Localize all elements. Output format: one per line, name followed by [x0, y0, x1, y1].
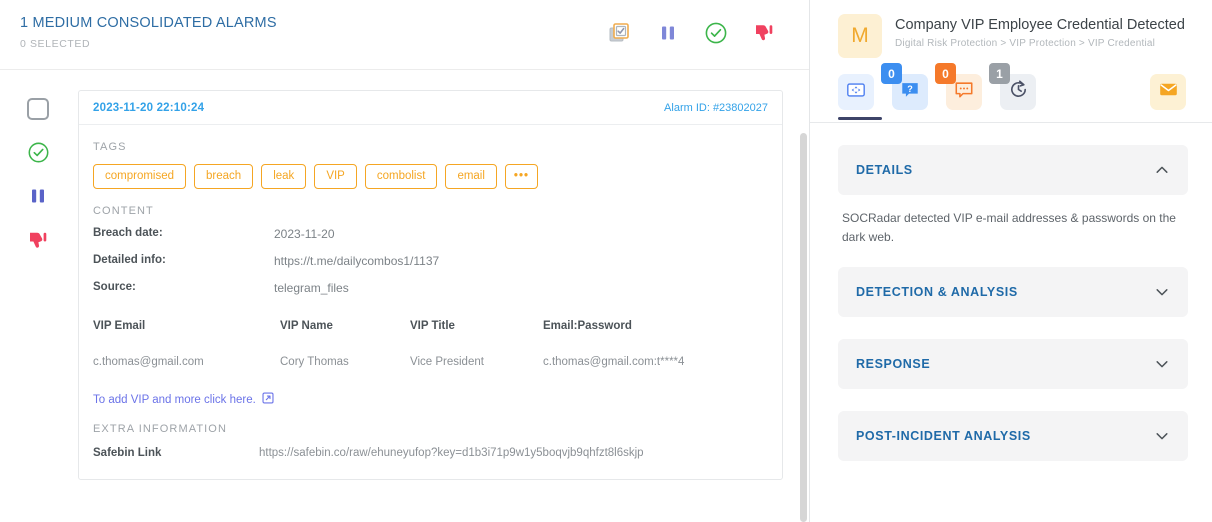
tag-chip[interactable]: leak: [261, 164, 307, 189]
tag-chip[interactable]: breach: [194, 164, 254, 189]
content-field-key: Detailed info:: [93, 254, 166, 266]
add-vip-link-label: To add VIP and more click here.: [93, 393, 256, 406]
history-badge: 1: [989, 63, 1010, 84]
select-all-icon[interactable]: [607, 20, 633, 46]
vip-title-cell: Vice President: [410, 356, 484, 368]
detail-title: Company VIP Employee Credential Detected: [895, 17, 1185, 33]
breadcrumb: Digital Risk Protection > VIP Protection…: [895, 38, 1156, 49]
alarm-row-actions-rail: [26, 98, 50, 252]
accordion-title: POST-INCIDENT ANALYSIS: [856, 429, 1031, 443]
question-bubble-icon: ?: [900, 80, 920, 105]
tab-comments[interactable]: 0: [935, 63, 982, 120]
alarm-list-scrollbar[interactable]: [800, 133, 807, 522]
accordion-details[interactable]: DETAILS: [838, 145, 1188, 195]
tab-comments-button[interactable]: 0: [935, 63, 982, 110]
pause-icon[interactable]: [26, 184, 50, 208]
accordion-title: RESPONSE: [856, 357, 931, 371]
accordion-post-incident-analysis[interactable]: POST-INCIDENT ANALYSIS: [838, 411, 1188, 461]
avatar: M: [838, 14, 882, 58]
accordion-response[interactable]: RESPONSE: [838, 339, 1188, 389]
alarm-card[interactable]: 2023-11-20 22:10:24 Alarm ID: #23802027 …: [78, 90, 783, 480]
detail-sections: DETAILS SOCRadar detected VIP e-mail add…: [810, 123, 1212, 461]
detail-tab-bar: 0 ? 0 1: [810, 58, 1212, 120]
row-checkbox[interactable]: [27, 98, 49, 120]
tag-chip[interactable]: VIP: [314, 164, 357, 189]
vip-table-col-header: VIP Name: [280, 320, 333, 332]
alarm-list-body: 2023-11-20 22:10:24 Alarm ID: #23802027 …: [0, 70, 809, 480]
chevron-down-icon: [1154, 284, 1170, 300]
check-circle-icon[interactable]: [703, 20, 729, 46]
alarm-list-header: 1 MEDIUM CONSOLIDATED ALARMS 0 SELECTED: [0, 0, 809, 70]
svg-text:?: ?: [907, 83, 913, 93]
tab-details-button[interactable]: [838, 74, 874, 110]
chevron-down-icon: [1154, 428, 1170, 444]
content-field: Detailed info: https://t.me/dailycombos1…: [93, 254, 782, 268]
vip-table: VIP Email VIP Name VIP Title Email:Passw…: [79, 308, 782, 368]
accordion-detection-analysis[interactable]: DETECTION & ANALYSIS: [838, 267, 1188, 317]
extra-information-list: Safebin Link https://safebin.co/raw/ehun…: [79, 435, 782, 479]
history-clock-icon: [1008, 79, 1029, 105]
vip-table-col-header: VIP Email: [93, 320, 146, 332]
questions-badge: 0: [881, 63, 902, 84]
vip-table-header: VIP Email VIP Name VIP Title Email:Passw…: [93, 320, 782, 356]
tags-overflow-button[interactable]: •••: [504, 164, 539, 189]
pause-icon[interactable]: [655, 20, 681, 46]
alarm-detail-pane: M Company VIP Employee Credential Detect…: [810, 0, 1212, 522]
vip-name-cell: Cory Thomas: [280, 356, 349, 368]
vip-table-col-header: Email:Password: [543, 320, 632, 332]
tab-mail[interactable]: [1150, 74, 1186, 120]
alarm-timestamp: 2023-11-20 22:10:24: [93, 102, 205, 114]
content-field: Source: telegram_files: [93, 281, 782, 295]
content-field-value: https://t.me/dailycombos1/1137: [274, 254, 440, 268]
alarm-console: 1 MEDIUM CONSOLIDATED ALARMS 0 SELECTED: [0, 0, 1212, 522]
accordion-gap: [838, 389, 1188, 411]
accordion-gap: [838, 317, 1188, 339]
tab-details[interactable]: [838, 74, 882, 120]
tab-questions[interactable]: 0 ?: [881, 63, 928, 120]
content-field: Breach date: 2023-11-20: [93, 227, 782, 241]
accordion-details-body: SOCRadar detected VIP e-mail addresses &…: [842, 211, 1176, 244]
content-field-key: Breach date:: [93, 227, 163, 239]
chevron-up-icon: [1154, 162, 1170, 178]
content-field-value: telegram_files: [274, 281, 349, 295]
tab-questions-button[interactable]: 0 ?: [881, 63, 928, 110]
accordion-title: DETECTION & ANALYSIS: [856, 285, 1018, 299]
alarm-card-header: 2023-11-20 22:10:24 Alarm ID: #23802027: [79, 91, 782, 125]
tag-chip[interactable]: compromised: [93, 164, 187, 189]
alarm-list-pane: 1 MEDIUM CONSOLIDATED ALARMS 0 SELECTED: [0, 0, 810, 522]
comment-bubble-icon: [954, 80, 974, 105]
content-field-list: Breach date: 2023-11-20 Detailed info: h…: [79, 217, 782, 295]
content-section-label: CONTENT: [93, 205, 154, 217]
check-circle-icon[interactable]: [26, 140, 50, 164]
external-link-icon: [262, 392, 274, 407]
add-vip-link[interactable]: To add VIP and more click here.: [79, 368, 782, 407]
vip-email-cell: c.thomas@gmail.com: [93, 356, 204, 368]
tag-list: compromised breach leak VIP combolist em…: [79, 153, 782, 189]
expand-icon: [846, 80, 866, 105]
envelope-icon: [1158, 79, 1179, 105]
tag-chip[interactable]: combolist: [364, 164, 438, 189]
extra-field: Safebin Link https://safebin.co/raw/ehun…: [93, 447, 782, 459]
header-action-bar: [607, 20, 777, 46]
tab-history-button[interactable]: 1: [989, 63, 1036, 110]
content-field-key: Source:: [93, 281, 136, 293]
vip-table-col-header: VIP Title: [410, 320, 455, 332]
tab-history[interactable]: 1: [989, 63, 1036, 120]
extra-information-label: EXTRA INFORMATION: [93, 423, 228, 435]
tags-section-label: TAGS: [93, 141, 127, 153]
extra-field-value: https://safebin.co/raw/ehuneyufop?key=d1…: [259, 447, 644, 459]
thumbs-down-icon[interactable]: [751, 20, 777, 46]
vip-credential-cell: c.thomas@gmail.com:t****4: [543, 356, 685, 368]
extra-field-key: Safebin Link: [93, 447, 162, 459]
accordion-title: DETAILS: [856, 163, 913, 177]
detail-header: M Company VIP Employee Credential Detect…: [810, 0, 1212, 58]
table-row: c.thomas@gmail.com Cory Thomas Vice Pres…: [93, 356, 782, 368]
tab-mail-button[interactable]: [1150, 74, 1186, 110]
comments-badge: 0: [935, 63, 956, 84]
thumbs-down-icon[interactable]: [26, 228, 50, 252]
alarm-id: Alarm ID: #23802027: [664, 102, 768, 114]
chevron-down-icon: [1154, 356, 1170, 372]
tag-chip[interactable]: email: [445, 164, 497, 189]
content-field-value: 2023-11-20: [274, 227, 335, 241]
